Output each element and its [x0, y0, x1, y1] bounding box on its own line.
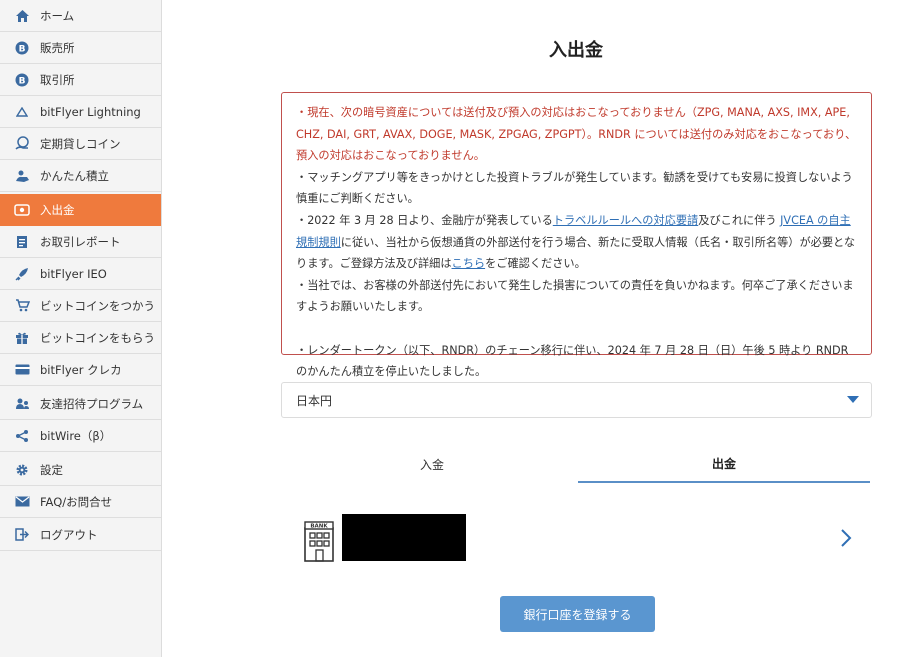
sidebar-item-label: ログアウト: [40, 527, 98, 542]
sidebar-item-faq[interactable]: FAQ/お問合せ: [0, 486, 161, 518]
sidebar-item-ieo[interactable]: bitFlyer IEO: [0, 258, 161, 290]
sidebar-item-label: ホーム: [40, 8, 75, 23]
register-bank-account-button[interactable]: 銀行口座を登録する: [500, 596, 655, 632]
sidebar-item-label: 友達招待プログラム: [40, 396, 144, 411]
notice-spacer: [296, 318, 859, 340]
sidebar-item-deposit-withdraw[interactable]: 入出金: [0, 194, 161, 226]
sidebar-item-label: かんたん積立: [40, 168, 109, 183]
sidebar-item-settings[interactable]: 設定: [0, 454, 161, 486]
sidebar-item-label: bitWire（β）: [40, 428, 112, 443]
sidebar-item-invite-friends[interactable]: 友達招待プログラム: [0, 388, 161, 420]
notice-travel-rule-text: ・2022 年 3 月 28 日より、金融庁が発表している: [296, 213, 553, 227]
bitcoin-icon: B: [14, 40, 30, 56]
bank-name-redacted: [342, 514, 466, 561]
sidebar-item-trade-report[interactable]: お取引レポート: [0, 226, 161, 258]
chevron-right-icon: [838, 528, 854, 548]
page-title: 入出金: [549, 40, 603, 61]
report-icon: [14, 234, 30, 250]
bitcoin-icon: B: [14, 72, 30, 88]
sidebar-item-label: bitFlyer Lightning: [40, 104, 141, 119]
notice-rndr-migration: ・レンダートークン（以下、RNDR）のチェーン移行に伴い、2024 年 7 月 …: [296, 343, 849, 379]
bank-icon: BANK: [302, 520, 336, 562]
sidebar-item-label: お取引レポート: [40, 234, 121, 249]
sidebar-item-label: 入出金: [40, 202, 75, 217]
sidebar-item-easy-savings[interactable]: かんたん積立: [0, 160, 161, 192]
caret-down-icon: [847, 396, 859, 403]
currency-select[interactable]: 日本円: [281, 382, 872, 418]
notice-investment-trouble: ・マッチングアプリ等をきっかけとした投資トラブルが発生しています。勧誘を受けても…: [296, 170, 853, 206]
rocket-icon: [14, 266, 30, 282]
mail-icon: [14, 494, 30, 510]
svg-text:B: B: [19, 76, 26, 86]
sidebar-item-label: FAQ/お問合せ: [40, 494, 113, 509]
app: ホーム B 販売所 B 取引所 bitFlyer Lightning 定期貸しコ…: [0, 0, 900, 657]
sidebar-item-label: 販売所: [40, 40, 75, 55]
logout-icon: [14, 527, 30, 543]
sidebar-item-credit-card[interactable]: bitFlyer クレカ: [0, 354, 161, 386]
credit-card-icon: [14, 362, 30, 378]
tab-withdraw[interactable]: 出金: [578, 445, 870, 483]
notice-box: ・現在、次の暗号資産については送付及び預入の対応はおこなっておりません（ZPG,…: [281, 92, 872, 378]
home-icon: [14, 8, 30, 24]
sidebar-item-label: ビットコインをつかう: [40, 298, 155, 313]
cart-icon: [14, 298, 30, 314]
sidebar-item-exchange[interactable]: B 取引所: [0, 64, 161, 96]
details-link[interactable]: こちら: [452, 257, 486, 270]
sidebar-item-use-bitcoin[interactable]: ビットコインをつかう: [0, 290, 161, 322]
sidebar-item-label: bitFlyer IEO: [40, 266, 107, 281]
lightning-icon: [14, 104, 30, 120]
invite-friends-icon: [14, 396, 30, 412]
travel-rule-link[interactable]: トラベルルールへの対応要請: [553, 214, 698, 227]
wallet-icon: [14, 202, 30, 218]
notice-liability: ・当社では、お客様の外部送付先において発生した損害についての責任を負いかねます。…: [296, 278, 854, 314]
svg-text:B: B: [19, 44, 26, 54]
sidebar-item-label: 定期貸しコイン: [40, 136, 121, 151]
notice-travel-rule: ・2022 年 3 月 28 日より、金融庁が発表しているトラベルルールへの対応…: [296, 210, 859, 275]
sidebar-item-label: 取引所: [40, 72, 75, 87]
notice-travel-rule-text: 及びこれに伴う: [698, 213, 781, 227]
notice-travel-rule-text: をご確認ください。: [485, 257, 586, 271]
coin-lending-icon: [14, 136, 30, 152]
deposit-withdraw-tabs: 入金 出金: [286, 445, 870, 483]
sidebar-item-logout[interactable]: ログアウト: [0, 519, 161, 551]
bank-icon-text: BANK: [310, 524, 328, 530]
sidebar-item-home[interactable]: ホーム: [0, 0, 161, 32]
sidebar-item-bitwire[interactable]: bitWire（β）: [0, 420, 161, 452]
gear-icon: [14, 462, 30, 478]
share-icon: [14, 428, 30, 444]
bank-account-row[interactable]: BANK: [300, 512, 860, 562]
sidebar-item-lightning[interactable]: bitFlyer Lightning: [0, 96, 161, 128]
savings-icon: [14, 168, 30, 184]
currency-select-value: 日本円: [296, 393, 333, 408]
sidebar: ホーム B 販売所 B 取引所 bitFlyer Lightning 定期貸しコ…: [0, 0, 162, 657]
sidebar-item-sales[interactable]: B 販売所: [0, 32, 161, 64]
sidebar-item-label: bitFlyer クレカ: [40, 362, 122, 377]
tab-deposit[interactable]: 入金: [286, 445, 578, 483]
gift-icon: [14, 330, 30, 346]
notice-unsupported-assets: ・現在、次の暗号資産については送付及び預入の対応はおこなっておりません（ZPG,…: [296, 106, 857, 163]
sidebar-item-label: 設定: [40, 462, 63, 477]
sidebar-item-label: ビットコインをもらう: [40, 330, 155, 345]
sidebar-item-earn-bitcoin[interactable]: ビットコインをもらう: [0, 322, 161, 354]
sidebar-item-coin-lending[interactable]: 定期貸しコイン: [0, 128, 161, 160]
